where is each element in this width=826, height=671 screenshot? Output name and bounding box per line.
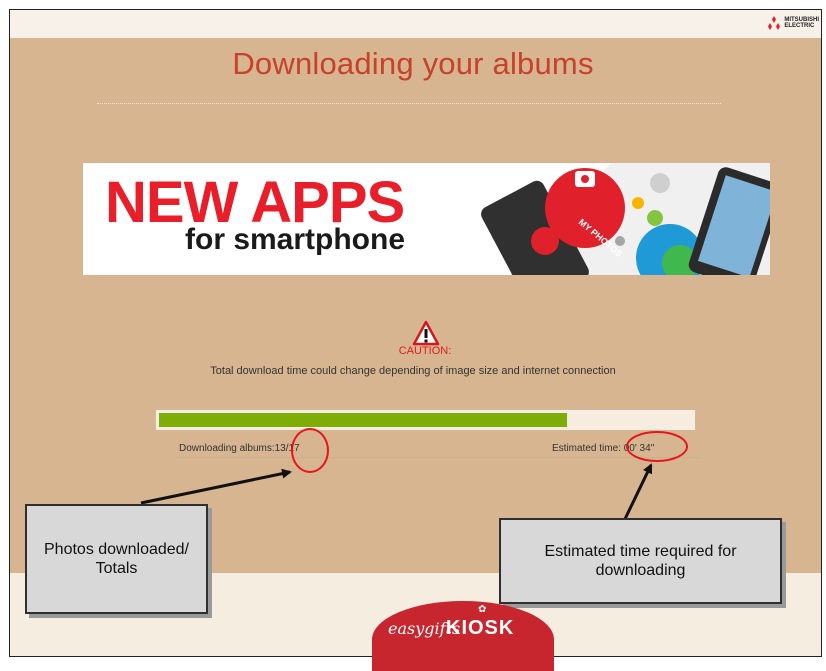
count-highlight-ellipse [291,428,329,473]
mitsubishi-logo: MITSUBISHI ELECTRIC [766,16,819,30]
progress-fill [159,413,567,427]
content-area [10,38,821,573]
download-count: Downloading albums:13/17 [179,443,300,454]
banner-artwork: MY PHOTOS [470,163,770,275]
banner-subheadline: for smartphone [185,223,406,256]
photos-callout: Photos downloaded/ Totals [25,504,208,614]
logo-word-kiosk: KIOSK [446,617,515,639]
time-highlight-ellipse [626,431,688,462]
diamonds-icon [768,16,781,30]
brand-line2: ELECTRIC [784,23,815,29]
time-callout: Estimated time required for downloading [499,518,782,604]
title-divider [97,103,721,104]
caution-title: CAUTION: [398,345,452,357]
easygifts-kiosk-logo: ✿ easygifts KIOSK [372,601,554,671]
gift-icon: ✿ [478,604,487,615]
download-count-label: Downloading albums: [179,443,275,454]
download-progress-bar [155,409,696,431]
caution-message: Total download time could change dependi… [210,365,616,377]
status-underline [176,457,700,458]
page-title: Downloading your albums [232,46,594,81]
apps-banner[interactable]: NEW APPS for smartphone MY PHOTOS [83,163,770,275]
top-bar: MITSUBISHI ELECTRIC [10,10,821,39]
estimated-time-label: Estimated time: [552,443,621,454]
warning-triangle-icon [412,320,440,346]
